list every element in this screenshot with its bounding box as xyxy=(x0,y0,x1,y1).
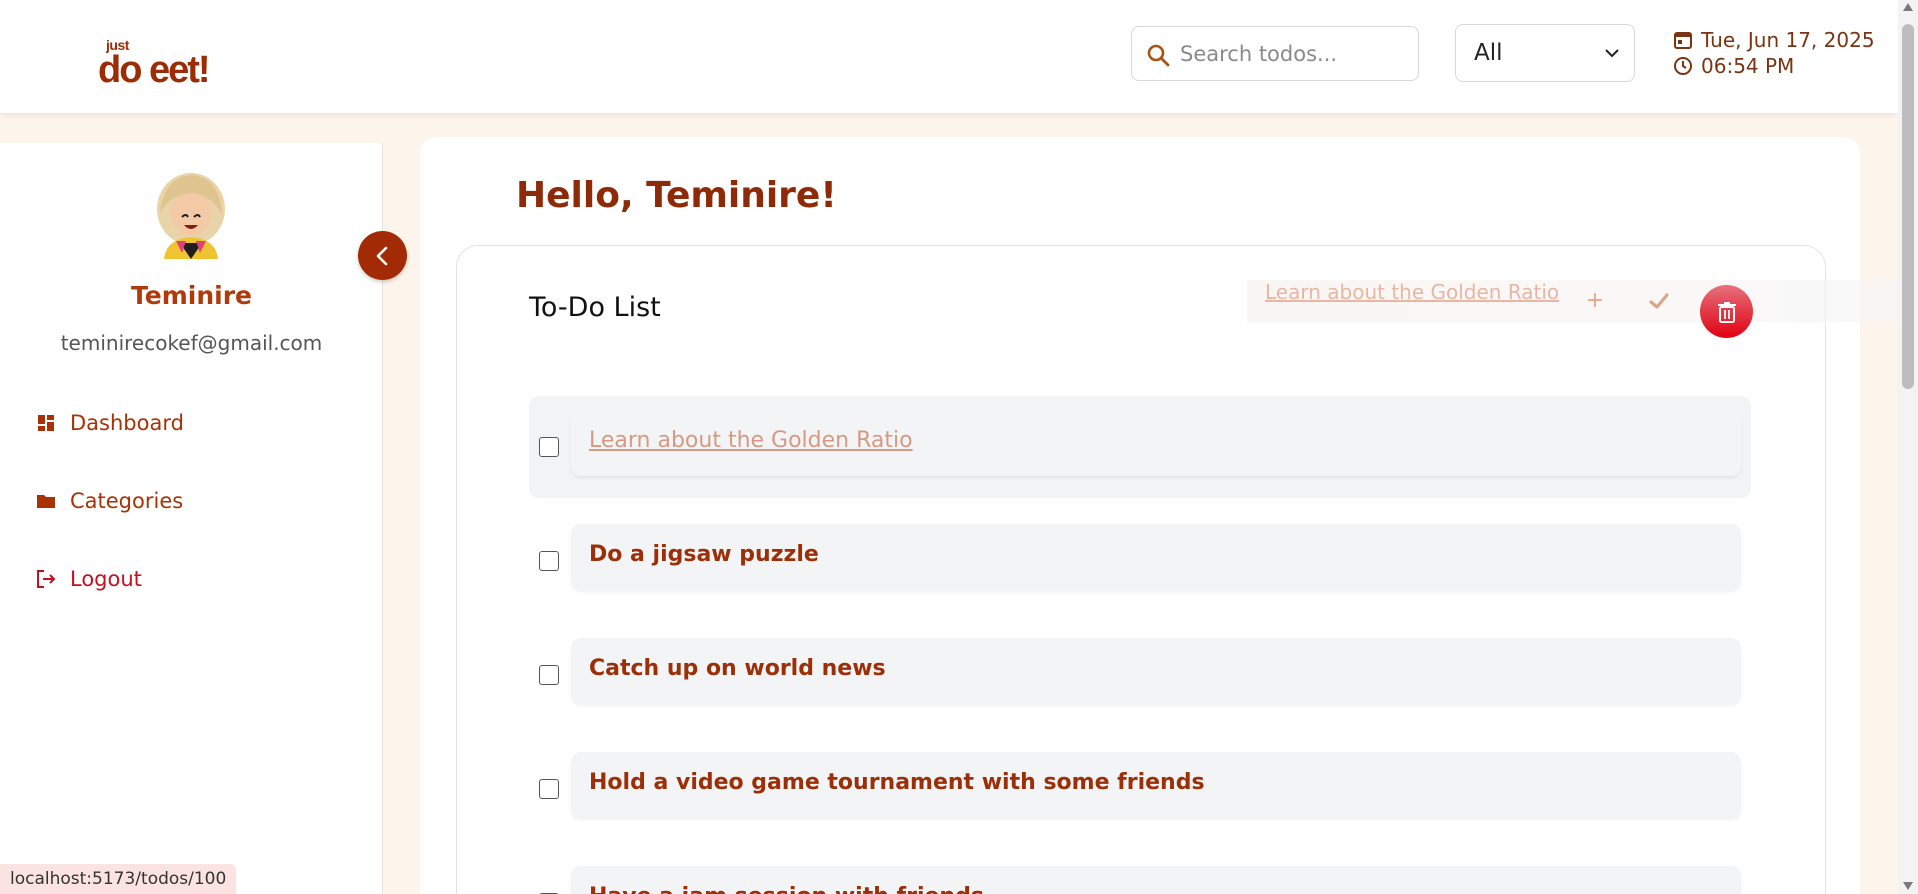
sidebar-item-label: Categories xyxy=(70,489,184,513)
check-icon[interactable] xyxy=(1648,290,1670,312)
todo-item[interactable]: Catch up on world news xyxy=(529,638,1751,704)
greeting-title: Hello, Teminire! xyxy=(516,175,837,216)
sidebar-item-logout[interactable]: Logout xyxy=(36,567,142,591)
todo-item[interactable]: Do a jigsaw puzzle xyxy=(529,524,1751,590)
app-logo[interactable]: just do eet! xyxy=(98,38,211,91)
filter-select[interactable]: All xyxy=(1455,24,1635,82)
logout-icon xyxy=(37,570,56,588)
sidebar-item-label: Logout xyxy=(70,567,142,591)
todo-item[interactable]: Hold a video game tournament with some f… xyxy=(529,752,1751,818)
sidebar-item-categories[interactable]: Categories xyxy=(36,489,183,513)
todo-list-card: To-Do List Learn about the Golden Ratio … xyxy=(456,245,1918,894)
scrollbar-thumb[interactable] xyxy=(1902,24,1914,389)
scroll-down-arrow[interactable] xyxy=(1903,882,1913,890)
sidebar-item-label: Dashboard xyxy=(70,411,184,435)
chevron-down-icon xyxy=(1605,49,1619,58)
user-name: Teminire xyxy=(131,281,252,310)
todo-text-box[interactable]: Have a jam session with friends xyxy=(571,866,1741,894)
sidebar: Teminire teminirecokef@gmail.com Dashboa… xyxy=(0,143,383,894)
todo-checkbox[interactable] xyxy=(539,551,559,571)
todo-text-box[interactable]: Catch up on world news xyxy=(571,638,1741,704)
folder-icon xyxy=(37,495,55,508)
todo-item[interactable]: Learn about the Golden Ratio xyxy=(529,396,1751,498)
todo-text: Do a jigsaw puzzle xyxy=(589,542,819,567)
add-icon[interactable]: + xyxy=(1583,289,1607,313)
user-avatar xyxy=(157,173,225,259)
todo-text: Have a jam session with friends xyxy=(589,884,984,894)
chevron-left-icon xyxy=(376,246,387,265)
logo-big-text: do eet! xyxy=(98,49,211,91)
search-icon xyxy=(1147,44,1170,67)
search-box[interactable] xyxy=(1131,26,1419,81)
todo-text-box[interactable]: Learn about the Golden Ratio xyxy=(571,410,1741,476)
todo-item[interactable]: Have a jam session with friends xyxy=(529,866,1751,894)
filter-selected-value: All xyxy=(1474,40,1503,66)
user-email: teminirecokef@gmail.com xyxy=(60,331,323,355)
page-scrollbar[interactable] xyxy=(1898,0,1918,894)
scroll-up-arrow[interactable] xyxy=(1903,3,1913,11)
todo-text: Catch up on world news xyxy=(589,656,886,681)
todo-text: Hold a video game tournament with some f… xyxy=(589,770,1205,795)
current-date: Tue, Jun 17, 2025 xyxy=(1701,28,1875,52)
todo-checkbox[interactable] xyxy=(539,437,559,457)
trash-icon xyxy=(1717,301,1736,323)
sidebar-item-dashboard[interactable]: Dashboard xyxy=(36,411,184,435)
drag-preview-text: Learn about the Golden Ratio xyxy=(1265,280,1560,304)
status-bar-url: localhost:5173/todos/100 xyxy=(0,864,237,894)
todo-checkbox[interactable] xyxy=(539,665,559,685)
search-input[interactable] xyxy=(1180,37,1410,71)
calendar-icon xyxy=(1674,32,1692,49)
todo-text: Learn about the Golden Ratio xyxy=(589,428,913,453)
top-header: just do eet! All Tue, Jun 17, 2025 06:54… xyxy=(0,0,1898,113)
todo-list-title: To-Do List xyxy=(529,292,661,323)
todo-text-box[interactable]: Hold a video game tournament with some f… xyxy=(571,752,1741,818)
todo-text-box[interactable]: Do a jigsaw puzzle xyxy=(571,524,1741,590)
dashboard-icon xyxy=(38,415,54,431)
todo-checkbox[interactable] xyxy=(539,779,559,799)
date-time-display: Tue, Jun 17, 2025 06:54 PM xyxy=(1673,27,1875,79)
clock-icon xyxy=(1674,57,1692,75)
delete-button[interactable] xyxy=(1700,285,1753,338)
current-time: 06:54 PM xyxy=(1701,54,1795,78)
main-panel: Hello, Teminire! To-Do List Learn about … xyxy=(420,137,1918,894)
collapse-sidebar-button[interactable] xyxy=(358,231,407,280)
